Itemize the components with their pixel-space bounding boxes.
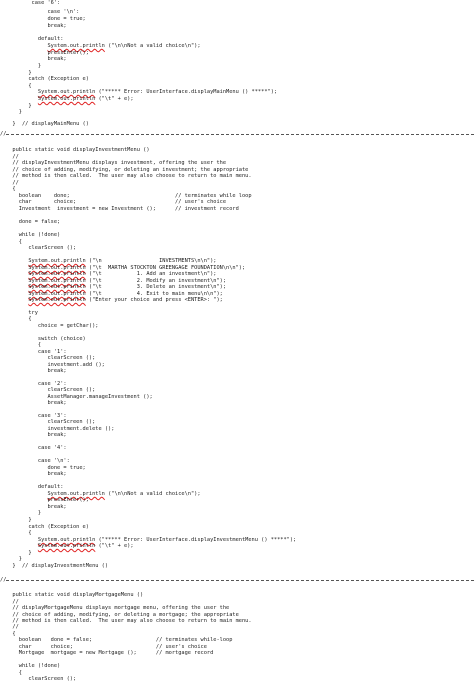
code-text: ("***** Error: UserInterface.displayMain… — [95, 89, 278, 95]
code-line: default: — [6, 36, 64, 42]
code-line: } — [6, 556, 22, 562]
code-line: clearScreen (); — [6, 419, 96, 425]
code-line: // method is then called. The user may a… — [6, 173, 252, 179]
code-line: case '4': — [6, 445, 67, 451]
code-text: ("\n\nNot a valid choice\n"); — [104, 43, 201, 49]
code-line: case '\n': — [6, 9, 80, 15]
code-line: boolean done = false; // terminates whil… — [6, 637, 233, 643]
code-line: System.out.println ("\t 3. Delete an inv… — [6, 284, 226, 291]
section-separator: // — [0, 577, 474, 584]
code-line: pressEnter(); — [6, 497, 89, 503]
spellcheck-underline: System.out.println — [28, 284, 86, 290]
code-text: ("\t 3. Delete an investment\n"); — [85, 284, 227, 290]
code-line: System.out.println ("***** Error: UserIn… — [6, 89, 277, 96]
code-line: clearScreen (); — [6, 355, 96, 361]
code-line: Mortgage mortgage = new Mortgage (); // … — [6, 650, 214, 656]
code-line: done = false; — [6, 219, 61, 225]
spellcheck-underline: System.out.println — [37, 96, 96, 102]
code-line: Investment investment = new Investment (… — [6, 206, 239, 212]
code-line: { — [6, 342, 42, 348]
code-line: break; — [6, 471, 67, 477]
code-line: // displayMortgageMenu displays mortgage… — [6, 605, 230, 611]
code-line: break; — [6, 23, 67, 29]
code-line: System.out.println ("\n\nNot a valid cho… — [6, 43, 201, 50]
spellcheck-underline: System.out.println — [28, 271, 86, 277]
code-line: default: — [6, 484, 64, 490]
code-line: choice = getChar(); — [6, 323, 99, 329]
code-line: clearScreen (); — [6, 387, 96, 393]
code-line: } — [6, 517, 32, 523]
code-line: catch (Exception e) — [6, 76, 89, 82]
section-separator: // — [0, 131, 474, 138]
code-text: ("Enter your choice and press <ENTER>: "… — [85, 297, 223, 303]
code-line: } — [6, 109, 22, 115]
code-line: break; — [6, 56, 67, 62]
code-text: ("\t 1. Add an investment\n"); — [85, 271, 217, 277]
code-text: ("\n INVESTMENTS\n\n"); — [85, 258, 217, 264]
code-line: System.out.println ("\t" + e); — [6, 543, 134, 550]
code-line: System.out.println ("\t 1. Add an invest… — [6, 271, 216, 278]
code-line: char choice; // user's choice — [6, 199, 227, 205]
code-line: clearScreen (); — [6, 676, 77, 682]
separator-line — [6, 134, 474, 135]
code-line: } — [6, 63, 42, 69]
code-line: break; — [6, 368, 67, 374]
code-text: ("\n\nNot a valid choice\n"); — [104, 491, 201, 497]
code-line: // — [6, 624, 19, 630]
code-line: { — [6, 530, 32, 536]
spellcheck-underline: System.out.println — [37, 89, 96, 95]
code-line: case '6': — [6, 0, 61, 6]
code-line: // displayInvestmentMenu displays invest… — [6, 160, 227, 166]
code-line: } // displayMainMenu () — [6, 121, 89, 127]
code-line: } — [6, 510, 42, 516]
code-line: System.out.println ("\n INVESTMENTS\n\n"… — [6, 258, 216, 265]
spellcheck-underline: System.out.println — [28, 258, 86, 264]
code-line: System.out.println ("Enter your choice a… — [6, 297, 223, 304]
code-line: while (!done) — [6, 663, 61, 669]
code-line: } // displayInvestmentMenu () — [6, 563, 109, 569]
spellcheck-underline: System.out.println — [47, 43, 105, 49]
separator-line — [6, 580, 474, 581]
code-listing: case '6': case '\n': done = true; break;… — [0, 0, 474, 683]
code-line: public static void displayInvestmentMenu… — [6, 147, 150, 153]
code-text: ("\t" + e); — [95, 543, 134, 549]
code-line: done = true; — [6, 16, 86, 22]
code-line: { — [6, 316, 32, 322]
code-line: break; — [6, 400, 67, 406]
code-line: while (!done) — [6, 232, 61, 238]
code-line: { — [6, 186, 16, 192]
code-line: clearScreen (); — [6, 245, 77, 251]
code-line: // method is then called. The user may a… — [6, 618, 252, 624]
code-line: case '\n': — [6, 458, 70, 464]
code-text: ("\t" + e); — [95, 96, 134, 102]
spellcheck-underline: System.out.println — [37, 543, 96, 549]
spellcheck-underline: System.out.println — [28, 297, 86, 303]
code-line: public static void displayMortgageMenu (… — [6, 592, 144, 598]
code-line: System.out.println ("\t" + e); — [6, 96, 134, 103]
code-line: break; — [6, 432, 67, 438]
